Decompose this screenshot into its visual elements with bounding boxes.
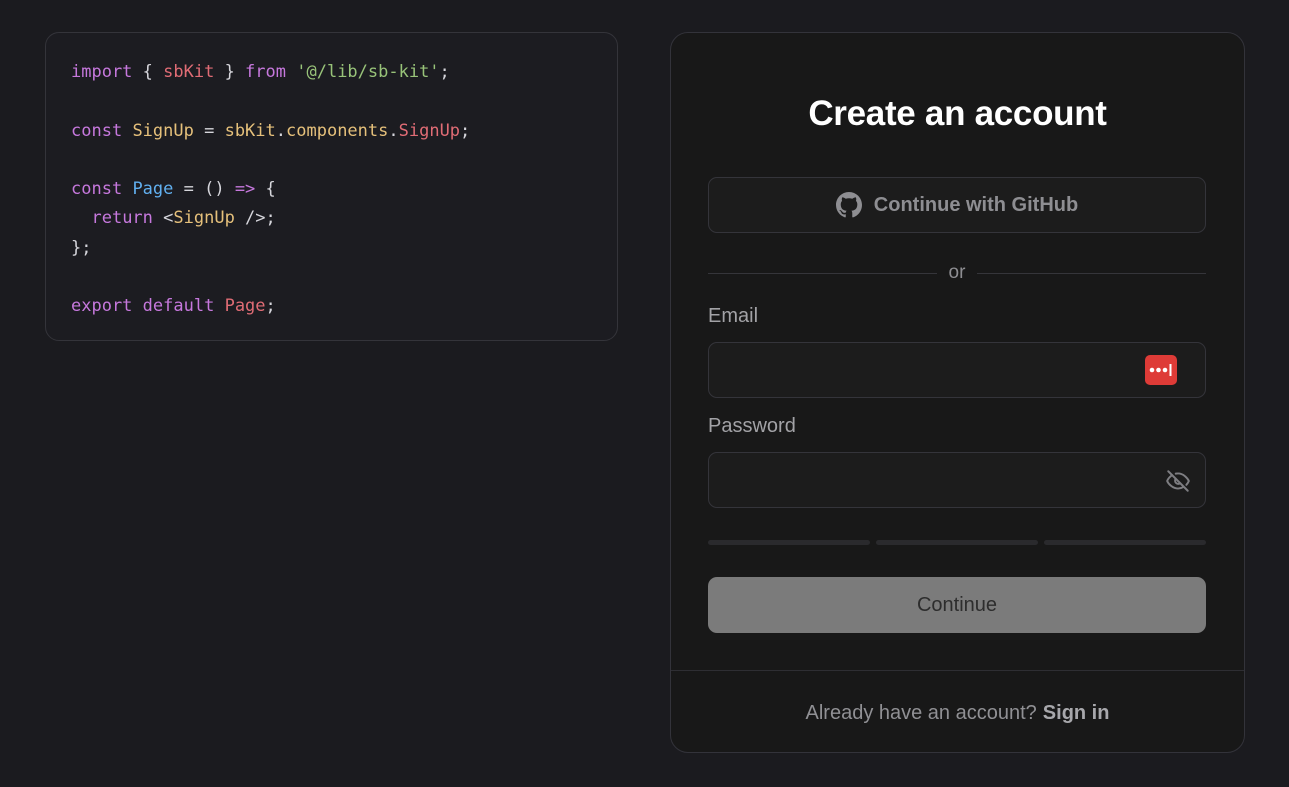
password-strength-segment-1 (708, 540, 870, 545)
password-manager-icon[interactable] (1145, 355, 1177, 385)
code-token: return (91, 208, 153, 229)
code-token: Page (132, 179, 174, 200)
code-token: } (214, 62, 246, 82)
password-field[interactable] (709, 453, 1205, 507)
code-token: = () (173, 179, 235, 200)
code-token: SignUp (132, 120, 194, 141)
signup-card: Create an account Continue with GitHub o… (670, 32, 1245, 753)
code-token: default (142, 296, 215, 317)
continue-button[interactable]: Continue (708, 577, 1206, 633)
code-line: export default Page; (71, 292, 617, 321)
code-token: const (71, 120, 123, 141)
password-field-wrapper (708, 452, 1206, 508)
email-field-wrapper (708, 342, 1206, 398)
code-token: components (286, 120, 389, 141)
email-field[interactable] (709, 343, 1205, 397)
github-button-label: Continue with GitHub (873, 193, 1079, 216)
code-token: import (71, 62, 133, 82)
code-panel: import { sbKit } from '@/lib/sb-kit'; con… (45, 32, 618, 341)
code-token: ; (460, 120, 471, 141)
code-token: { (132, 62, 164, 82)
divider-text: or (948, 262, 966, 283)
code-token: const (71, 179, 123, 200)
code-token: sbKit (163, 62, 215, 82)
code-token: . (275, 120, 287, 141)
password-strength-segment-2 (876, 540, 1038, 545)
code-token: '@/lib/sb-kit' (296, 62, 440, 82)
signup-title: Create an account (808, 94, 1107, 133)
code-block: import { sbKit } from '@/lib/sb-kit'; con… (46, 33, 617, 322)
code-token: sbKit (224, 120, 276, 141)
code-token: SignUp (173, 208, 235, 229)
password-label: Password (708, 415, 796, 437)
eye-off-icon[interactable] (1165, 468, 1191, 494)
code-token: Page (224, 296, 266, 317)
code-line: const Page = () => { (71, 175, 617, 204)
code-token: export (71, 296, 133, 317)
code-token: { (255, 179, 276, 200)
code-token: => (234, 179, 256, 200)
divider-line-left (708, 272, 937, 274)
divider-line-right (977, 272, 1206, 274)
code-token: />; (234, 208, 276, 229)
github-signin-button[interactable]: Continue with GitHub (708, 177, 1206, 233)
password-strength-segment-3 (1044, 540, 1206, 545)
code-token: ; (439, 62, 450, 82)
or-divider: or (708, 261, 1206, 285)
code-token: < (152, 208, 174, 229)
code-line: const SignUp = sbKit.components.SignUp; (71, 117, 617, 146)
code-token: . (388, 120, 399, 141)
footer-prompt: Already have an account? (805, 701, 1037, 724)
card-footer: Already have an account? Sign in (671, 670, 1244, 752)
code-token: = (193, 120, 225, 141)
code-token: }; (71, 237, 92, 258)
password-manager-dots-icon (1149, 364, 1172, 376)
sign-in-link[interactable]: Sign in (1043, 702, 1110, 725)
code-line: }; (71, 234, 617, 263)
github-icon (835, 192, 862, 218)
code-token: ; (265, 296, 276, 317)
code-line: return <SignUp />; (71, 204, 617, 233)
code-token: from (245, 62, 286, 82)
email-label: Email (708, 305, 759, 327)
code-line: import { sbKit } from '@/lib/sb-kit'; (71, 58, 617, 87)
code-token: SignUp (398, 120, 461, 141)
